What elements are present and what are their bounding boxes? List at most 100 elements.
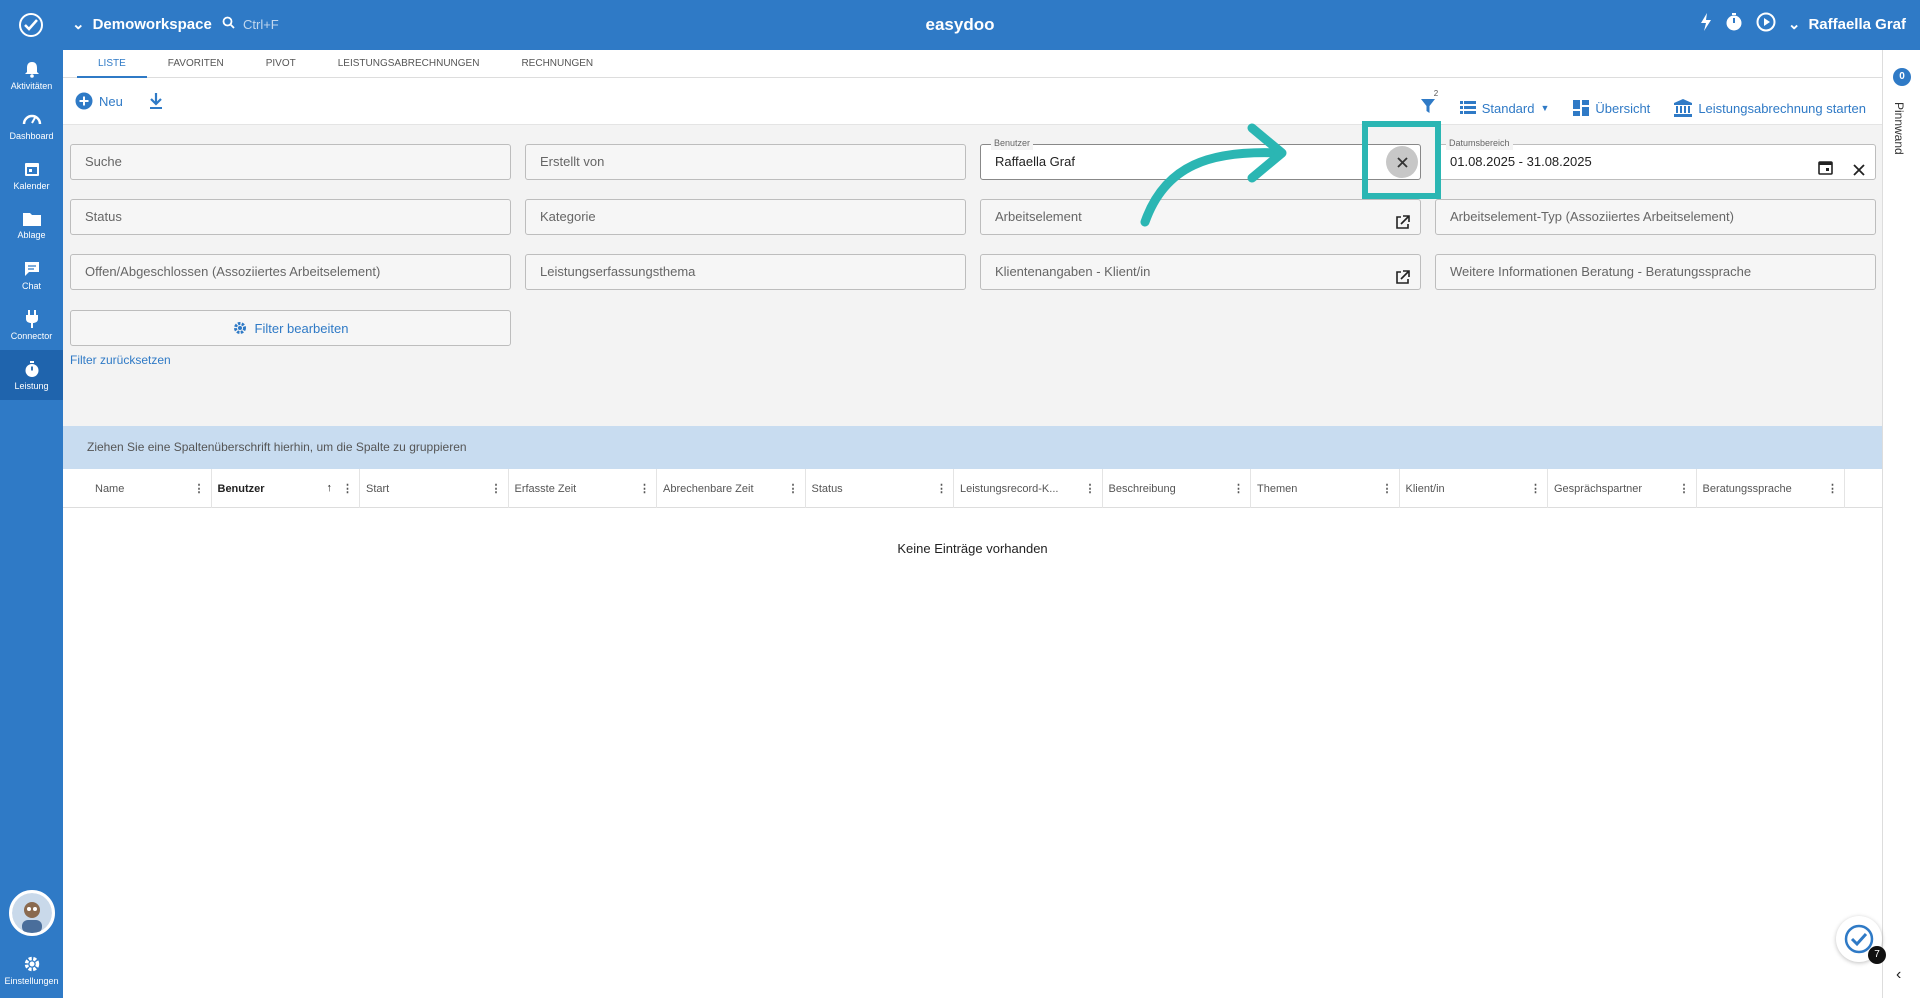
gear-icon: [24, 956, 39, 971]
help-assistant-button[interactable]: 7: [1836, 916, 1886, 964]
play-timer-icon[interactable]: [1756, 12, 1776, 36]
date-range-value: 01.08.2025 - 31.08.2025: [1450, 154, 1592, 169]
column-menu-icon[interactable]: ⋮: [1382, 482, 1393, 495]
tutorial-arrow-icon: [1140, 123, 1287, 227]
sidebar-item-label: Connector: [10, 330, 53, 341]
sidebar-item-label: Kalender: [13, 180, 50, 191]
sidebar-item-aktivitaeten[interactable]: Aktivitäten: [0, 50, 63, 100]
column-header-beschreibung[interactable]: Beschreibung ⋮: [1103, 469, 1251, 508]
grid-header: Name ⋮ Benutzer ↑ ⋮ Start ⋮ Erfasste Zeit ⋮ A…: [63, 469, 1882, 508]
sidebar-item-leistung[interactable]: Leistung: [0, 350, 63, 400]
search-field[interactable]: Suche: [70, 144, 511, 180]
chevron-down-icon: ⌄: [72, 16, 85, 33]
column-menu-icon[interactable]: ⋮: [1530, 482, 1541, 495]
sidebar-item-chat[interactable]: Chat: [0, 250, 63, 300]
tab-liste[interactable]: LISTE: [77, 50, 147, 78]
column-menu-icon[interactable]: ⋮: [1827, 482, 1838, 495]
tab-leistungsabrechnungen[interactable]: LEISTUNGSABRECHNUNGEN: [317, 50, 501, 78]
column-menu-icon[interactable]: ⋮: [936, 482, 947, 495]
tutorial-highlight-box: [1362, 121, 1441, 199]
tab-favoriten[interactable]: FAVORITEN: [147, 50, 245, 78]
work-element-type-field[interactable]: Arbeitselement-Typ (Assoziiertes Arbeits…: [1435, 199, 1876, 235]
bell-icon: [24, 61, 39, 78]
right-panel: 0 Pinnwand ‹: [1882, 50, 1920, 998]
plus-circle-icon: [75, 92, 93, 110]
bank-icon: [1674, 99, 1693, 117]
clear-date-icon[interactable]: [1853, 155, 1865, 189]
sidebar-item-einstellungen[interactable]: Einstellungen: [0, 948, 63, 992]
column-header-status[interactable]: Status ⋮: [806, 469, 954, 508]
download-button[interactable]: [149, 93, 163, 109]
start-billing-label: Leistungsabrechnung starten: [1698, 100, 1866, 116]
reset-filters-link[interactable]: Filter zurücksetzen: [70, 353, 171, 367]
tab-rechnungen[interactable]: RECHNUNGEN: [500, 50, 614, 78]
column-header-abrechenbare-zeit[interactable]: Abrechenbare Zeit ⋮: [657, 469, 806, 508]
open-closed-field[interactable]: Offen/Abgeschlossen (Assoziiertes Arbeit…: [70, 254, 511, 290]
calendar-picker-icon[interactable]: [1818, 154, 1833, 188]
stopwatch-icon[interactable]: [1724, 12, 1744, 36]
folder-icon: [22, 212, 41, 226]
sidebar-item-dashboard[interactable]: Dashboard: [0, 100, 63, 150]
user-name: Raffaella Graf: [1808, 15, 1906, 33]
main-content: LISTE FAVORITEN PIVOT LEISTUNGSABRECHNUN…: [63, 50, 1882, 998]
open-external-icon[interactable]: [1395, 264, 1410, 298]
column-header-klient[interactable]: Klient/in ⋮: [1400, 469, 1548, 508]
sidebar-item-label: Ablage: [17, 229, 46, 240]
column-menu-icon[interactable]: ⋮: [491, 482, 502, 495]
column-menu-icon[interactable]: ⋮: [1085, 482, 1096, 495]
caret-down-icon: ▼: [1540, 103, 1550, 113]
sort-ascending-icon[interactable]: ↑: [327, 482, 333, 495]
workspace-selector[interactable]: ⌄ Demoworkspace: [72, 15, 212, 34]
column-header-erfasste-zeit[interactable]: Erfasste Zeit ⋮: [509, 469, 657, 508]
search-icon: [222, 16, 235, 32]
open-external-icon[interactable]: [1395, 209, 1410, 243]
client-field[interactable]: Klientenangaben - Klient/in: [980, 254, 1421, 290]
sidebar-item-ablage[interactable]: Ablage: [0, 200, 63, 250]
sidebar-item-label: Einstellungen: [4, 975, 59, 986]
start-billing-button[interactable]: Leistungsabrechnung starten: [1674, 99, 1866, 117]
group-drop-zone[interactable]: Ziehen Sie eine Spaltenüberschrift hierh…: [63, 426, 1882, 469]
overview-button[interactable]: Übersicht: [1573, 100, 1650, 116]
created-by-field[interactable]: Erstellt von: [525, 144, 966, 180]
calendar-icon: [24, 162, 39, 176]
workspace-name: Demoworkspace: [92, 15, 212, 33]
tab-pivot[interactable]: PIVOT: [245, 50, 317, 78]
avatar[interactable]: [8, 890, 55, 936]
column-header-leistungsrecord[interactable]: Leistungsrecord-K... ⋮: [954, 469, 1103, 508]
column-menu-icon[interactable]: ⋮: [788, 482, 799, 495]
column-header-gespraechspartner[interactable]: Gesprächspartner ⋮: [1548, 469, 1697, 508]
app-logo-icon[interactable]: [18, 12, 44, 38]
column-header-beratungssprache[interactable]: Beratungssprache ⋮: [1697, 469, 1845, 508]
filter-panel: Suche Erstellt von Benutzer Raffaella Gr…: [63, 125, 1882, 426]
collapse-chevron-icon[interactable]: ‹: [1896, 966, 1901, 984]
sidebar-item-label: Aktivitäten: [10, 80, 53, 91]
user-menu[interactable]: ⌄ Raffaella Graf: [1788, 15, 1906, 34]
search-shortcut: Ctrl+F: [243, 16, 279, 32]
date-range-label: Datumsbereich: [1446, 136, 1513, 150]
column-header-benutzer[interactable]: Benutzer ↑ ⋮: [212, 469, 360, 508]
column-header-themen[interactable]: Themen ⋮: [1251, 469, 1400, 508]
topic-field[interactable]: Leistungserfassungsthema: [525, 254, 966, 290]
column-menu-icon[interactable]: ⋮: [1679, 482, 1690, 495]
column-menu-icon[interactable]: ⋮: [1233, 482, 1244, 495]
view-selector[interactable]: Standard ▼: [1459, 101, 1550, 116]
column-header-start[interactable]: Start ⋮: [360, 469, 509, 508]
status-field[interactable]: Status: [70, 199, 511, 235]
category-field[interactable]: Kategorie: [525, 199, 966, 235]
edit-filters-button[interactable]: Filter bearbeiten: [70, 310, 511, 346]
pinboard-toggle[interactable]: Pinnwand: [1892, 102, 1906, 155]
language-field[interactable]: Weitere Informationen Beratung - Beratun…: [1435, 254, 1876, 290]
sidebar-item-connector[interactable]: Connector: [0, 300, 63, 350]
overview-button-label: Übersicht: [1595, 100, 1651, 116]
sidebar-item-kalender[interactable]: Kalender: [0, 150, 63, 200]
column-menu-icon[interactable]: ⋮: [194, 482, 205, 495]
lightning-icon[interactable]: [1700, 13, 1712, 35]
app-title: easydoo: [925, 15, 995, 34]
column-header-name[interactable]: Name ⋮: [63, 469, 212, 508]
column-menu-icon[interactable]: ⋮: [639, 482, 650, 495]
global-search[interactable]: Ctrl+F: [222, 16, 279, 32]
column-menu-icon[interactable]: ⋮: [342, 482, 353, 495]
new-button[interactable]: Neu: [75, 92, 123, 110]
date-range-field[interactable]: Datumsbereich 01.08.2025 - 31.08.2025: [1435, 136, 1876, 180]
left-sidebar: Aktivitäten Dashboard Kalender Ablage Ch…: [0, 50, 63, 998]
